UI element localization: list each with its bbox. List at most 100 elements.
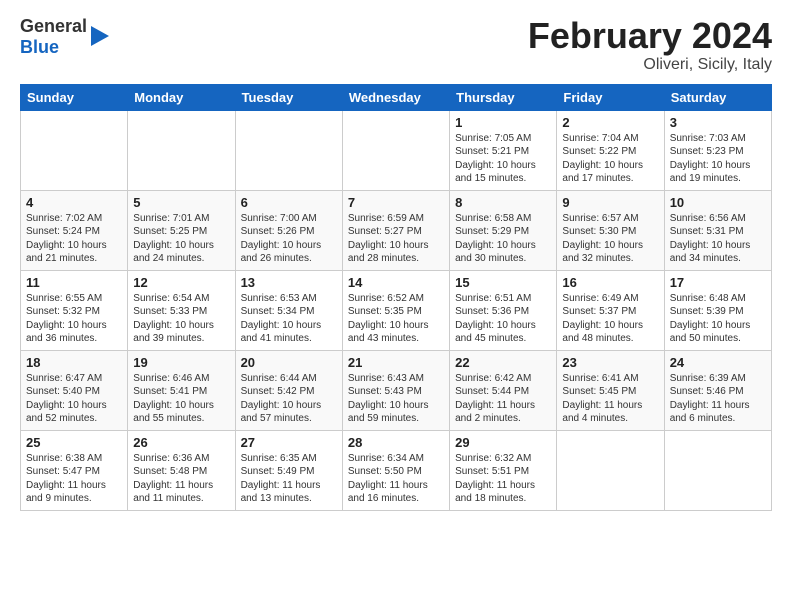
day-number-w5-d4: 28 bbox=[348, 435, 444, 450]
day-content-w2-d7: Sunrise: 6:56 AMSunset: 5:31 PMDaylight:… bbox=[670, 212, 766, 266]
calendar-cell-w2-d5: 8Sunrise: 6:58 AMSunset: 5:29 PMDaylight… bbox=[450, 190, 557, 270]
day-number-w2-d5: 8 bbox=[455, 195, 551, 210]
day-number-w4-d1: 18 bbox=[26, 355, 122, 370]
day-number-w4-d3: 20 bbox=[241, 355, 337, 370]
col-tuesday: Tuesday bbox=[235, 84, 342, 110]
page: General Blue February 2024 Oliveri, Sici… bbox=[0, 0, 792, 612]
day-number-w2-d2: 5 bbox=[133, 195, 229, 210]
calendar-cell-w1-d5: 1 Sunrise: 7:05 AMSunset: 5:21 PMDaylight… bbox=[450, 110, 557, 190]
calendar-cell-w2-d6: 9 Sunrise: 6:57 AMSunset: 5:30 PMDaylight… bbox=[557, 190, 664, 270]
calendar-week-5: 25 Sunrise: 6:38 AMSunset: 5:47 PMDayligh… bbox=[21, 430, 772, 510]
calendar-cell-w2-d2: 5 Sunrise: 7:01 AMSunset: 5:25 PMDaylight… bbox=[128, 190, 235, 270]
calendar-cell-w2-d3: 6 Sunrise: 7:00 AMSunset: 5:26 PMDaylight… bbox=[235, 190, 342, 270]
calendar-cell-w3-d1: 11 Sunrise: 6:55 AMSunset: 5:32 PMDayligh… bbox=[21, 270, 128, 350]
day-number-w3-d2: 12 bbox=[133, 275, 229, 290]
day-content-w3-d4: Sunrise: 6:52 AMSunset: 5:35 PMDaylight:… bbox=[348, 292, 444, 346]
calendar-cell-w1-d2 bbox=[128, 110, 235, 190]
calendar-week-4: 18Sunrise: 6:47 AMSunset: 5:40 PMDayligh… bbox=[21, 350, 772, 430]
calendar-cell-w2-d4: 7Sunrise: 6:59 AMSunset: 5:27 PMDaylight… bbox=[342, 190, 449, 270]
calendar-week-2: 4Sunrise: 7:02 AMSunset: 5:24 PMDaylight… bbox=[21, 190, 772, 270]
calendar-cell-w1-d1 bbox=[21, 110, 128, 190]
day-content-w2-d3: Sunrise: 7:00 AMSunset: 5:26 PMDaylight:… bbox=[241, 212, 337, 266]
calendar-cell-w1-d4 bbox=[342, 110, 449, 190]
calendar-cell-w4-d2: 19 Sunrise: 6:46 AMSunset: 5:41 PMDayligh… bbox=[128, 350, 235, 430]
day-content-w4-d5: Sunrise: 6:42 AMSunset: 5:44 PMDaylight:… bbox=[455, 372, 551, 426]
day-content-w3-d2: Sunrise: 6:54 AMSunset: 5:33 PMDaylight:… bbox=[133, 292, 229, 346]
day-number-w4-d6: 23 bbox=[562, 355, 658, 370]
day-content-w5-d2: Sunrise: 6:36 AMSunset: 5:48 PMDaylight:… bbox=[133, 452, 229, 506]
col-saturday: Saturday bbox=[664, 84, 771, 110]
calendar-cell-w3-d2: 12 Sunrise: 6:54 AMSunset: 5:33 PMDayligh… bbox=[128, 270, 235, 350]
day-content-w4-d6: Sunrise: 6:41 AMSunset: 5:45 PMDaylight:… bbox=[562, 372, 658, 426]
calendar-table: Sunday Monday Tuesday Wednesday Thursday… bbox=[20, 84, 772, 511]
day-number-w2-d7: 10 bbox=[670, 195, 766, 210]
day-content-w1-d7: Sunrise: 7:03 AMSunset: 5:23 PMDaylight:… bbox=[670, 132, 766, 186]
day-number-w1-d5: 1 bbox=[455, 115, 551, 130]
day-content-w3-d7: Sunrise: 6:48 AMSunset: 5:39 PMDaylight:… bbox=[670, 292, 766, 346]
col-monday: Monday bbox=[128, 84, 235, 110]
day-number-w4-d2: 19 bbox=[133, 355, 229, 370]
day-number-w4-d5: 22 bbox=[455, 355, 551, 370]
calendar-cell-w1-d7: 3 Sunrise: 7:03 AMSunset: 5:23 PMDaylight… bbox=[664, 110, 771, 190]
day-content-w4-d2: Sunrise: 6:46 AMSunset: 5:41 PMDaylight:… bbox=[133, 372, 229, 426]
logo-general: General bbox=[20, 16, 87, 37]
day-content-w2-d4: Sunrise: 6:59 AMSunset: 5:27 PMDaylight:… bbox=[348, 212, 444, 266]
header: General Blue February 2024 Oliveri, Sici… bbox=[20, 16, 772, 74]
calendar-cell-w5-d3: 27Sunrise: 6:35 AMSunset: 5:49 PMDayligh… bbox=[235, 430, 342, 510]
day-number-w3-d4: 14 bbox=[348, 275, 444, 290]
location: Oliveri, Sicily, Italy bbox=[528, 56, 772, 74]
day-number-w5-d2: 26 bbox=[133, 435, 229, 450]
day-number-w5-d5: 29 bbox=[455, 435, 551, 450]
calendar-cell-w4-d6: 23 Sunrise: 6:41 AMSunset: 5:45 PMDayligh… bbox=[557, 350, 664, 430]
logo-arrow-icon bbox=[91, 26, 109, 46]
calendar-week-3: 11 Sunrise: 6:55 AMSunset: 5:32 PMDayligh… bbox=[21, 270, 772, 350]
logo-icon: General Blue bbox=[20, 16, 109, 57]
day-content-w4-d7: Sunrise: 6:39 AMSunset: 5:46 PMDaylight:… bbox=[670, 372, 766, 426]
day-number-w2-d1: 4 bbox=[26, 195, 122, 210]
day-content-w3-d3: Sunrise: 6:53 AMSunset: 5:34 PMDaylight:… bbox=[241, 292, 337, 346]
day-content-w4-d3: Sunrise: 6:44 AMSunset: 5:42 PMDaylight:… bbox=[241, 372, 337, 426]
day-number-w4-d7: 24 bbox=[670, 355, 766, 370]
calendar-cell-w3-d5: 15Sunrise: 6:51 AMSunset: 5:36 PMDayligh… bbox=[450, 270, 557, 350]
day-number-w1-d6: 2 bbox=[562, 115, 658, 130]
day-number-w2-d6: 9 bbox=[562, 195, 658, 210]
day-number-w3-d7: 17 bbox=[670, 275, 766, 290]
day-number-w4-d4: 21 bbox=[348, 355, 444, 370]
day-content-w5-d1: Sunrise: 6:38 AMSunset: 5:47 PMDaylight:… bbox=[26, 452, 122, 506]
day-number-w2-d3: 6 bbox=[241, 195, 337, 210]
day-content-w1-d5: Sunrise: 7:05 AMSunset: 5:21 PMDaylight:… bbox=[455, 132, 551, 186]
logo-blue: Blue bbox=[20, 37, 87, 58]
calendar-cell-w5-d6 bbox=[557, 430, 664, 510]
day-number-w3-d5: 15 bbox=[455, 275, 551, 290]
day-content-w2-d2: Sunrise: 7:01 AMSunset: 5:25 PMDaylight:… bbox=[133, 212, 229, 266]
day-number-w5-d3: 27 bbox=[241, 435, 337, 450]
day-number-w3-d3: 13 bbox=[241, 275, 337, 290]
calendar-cell-w5-d5: 29 Sunrise: 6:32 AMSunset: 5:51 PMDayligh… bbox=[450, 430, 557, 510]
day-number-w3-d1: 11 bbox=[26, 275, 122, 290]
calendar-cell-w4-d1: 18Sunrise: 6:47 AMSunset: 5:40 PMDayligh… bbox=[21, 350, 128, 430]
month-title: February 2024 bbox=[528, 16, 772, 56]
col-friday: Friday bbox=[557, 84, 664, 110]
col-thursday: Thursday bbox=[450, 84, 557, 110]
col-wednesday: Wednesday bbox=[342, 84, 449, 110]
calendar-cell-w5-d1: 25 Sunrise: 6:38 AMSunset: 5:47 PMDayligh… bbox=[21, 430, 128, 510]
calendar-cell-w1-d6: 2 Sunrise: 7:04 AMSunset: 5:22 PMDaylight… bbox=[557, 110, 664, 190]
calendar-cell-w5-d7 bbox=[664, 430, 771, 510]
day-content-w5-d4: Sunrise: 6:34 AMSunset: 5:50 PMDaylight:… bbox=[348, 452, 444, 506]
day-content-w1-d6: Sunrise: 7:04 AMSunset: 5:22 PMDaylight:… bbox=[562, 132, 658, 186]
title-section: February 2024 Oliveri, Sicily, Italy bbox=[528, 16, 772, 74]
day-content-w2-d6: Sunrise: 6:57 AMSunset: 5:30 PMDaylight:… bbox=[562, 212, 658, 266]
calendar-cell-w4-d3: 20 Sunrise: 6:44 AMSunset: 5:42 PMDayligh… bbox=[235, 350, 342, 430]
day-content-w4-d4: Sunrise: 6:43 AMSunset: 5:43 PMDaylight:… bbox=[348, 372, 444, 426]
calendar-cell-w5-d4: 28 Sunrise: 6:34 AMSunset: 5:50 PMDayligh… bbox=[342, 430, 449, 510]
day-content-w3-d6: Sunrise: 6:49 AMSunset: 5:37 PMDaylight:… bbox=[562, 292, 658, 346]
calendar-cell-w2-d1: 4Sunrise: 7:02 AMSunset: 5:24 PMDaylight… bbox=[21, 190, 128, 270]
day-number-w5-d1: 25 bbox=[26, 435, 122, 450]
calendar-header-row: Sunday Monday Tuesday Wednesday Thursday… bbox=[21, 84, 772, 110]
day-content-w5-d5: Sunrise: 6:32 AMSunset: 5:51 PMDaylight:… bbox=[455, 452, 551, 506]
calendar-week-1: 1 Sunrise: 7:05 AMSunset: 5:21 PMDaylight… bbox=[21, 110, 772, 190]
calendar-cell-w4-d7: 24 Sunrise: 6:39 AMSunset: 5:46 PMDayligh… bbox=[664, 350, 771, 430]
day-number-w1-d7: 3 bbox=[670, 115, 766, 130]
day-number-w3-d6: 16 bbox=[562, 275, 658, 290]
day-content-w3-d1: Sunrise: 6:55 AMSunset: 5:32 PMDaylight:… bbox=[26, 292, 122, 346]
